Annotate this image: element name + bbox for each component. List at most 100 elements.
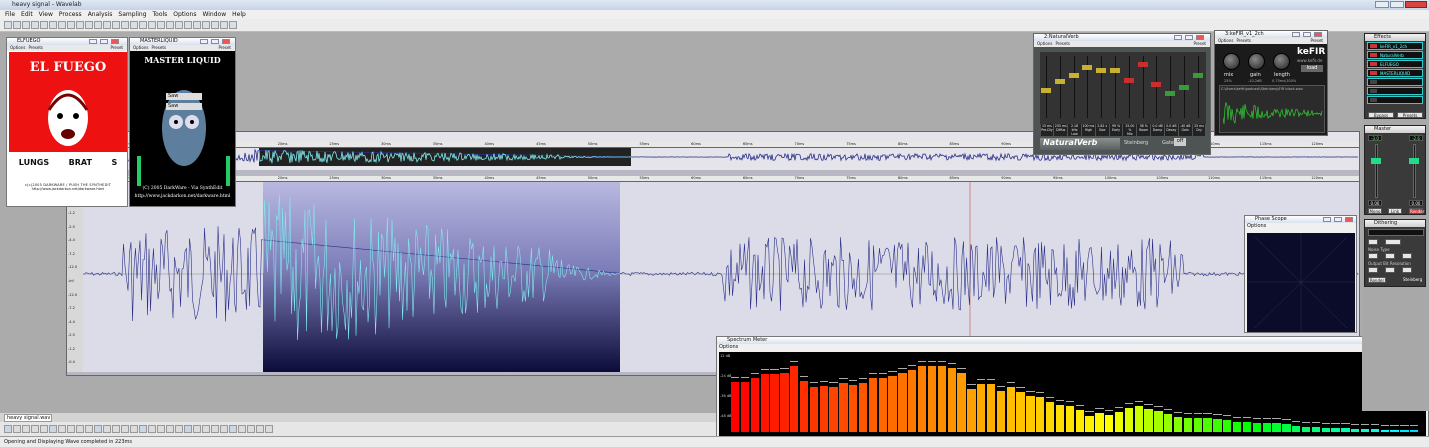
noise-btn-3[interactable] (1402, 253, 1412, 259)
gate-toggle[interactable]: off (1174, 138, 1186, 146)
scope-close[interactable] (1345, 217, 1353, 222)
minimize-button[interactable] (1375, 1, 1389, 8)
slot-power-icon[interactable] (1370, 44, 1377, 48)
transport-button-icon[interactable] (112, 425, 120, 433)
plugin-presets-menu[interactable]: Presets (1055, 41, 1070, 47)
master-fader-right[interactable] (1409, 158, 1419, 164)
transport-button-icon[interactable] (211, 425, 219, 433)
bits-btn-2[interactable] (1385, 267, 1395, 273)
transport-button-icon[interactable] (166, 425, 174, 433)
transport-button-icon[interactable] (256, 425, 264, 433)
effects-presets-button[interactable]: Presets (1397, 112, 1423, 118)
transport-button-icon[interactable] (121, 425, 129, 433)
toolbar-button-icon[interactable] (94, 21, 102, 29)
plugin-close[interactable] (1196, 35, 1204, 40)
toolbar-button-icon[interactable] (103, 21, 111, 29)
document-tab[interactable]: heavy signal.wav (4, 414, 52, 422)
transport-button-icon[interactable] (22, 425, 30, 433)
plugin-close[interactable] (222, 39, 230, 44)
dither-btn-1[interactable] (1368, 239, 1378, 245)
transport-button-icon[interactable] (58, 425, 66, 433)
toolbar-button-icon[interactable] (121, 21, 129, 29)
dither-btn-2[interactable] (1385, 239, 1401, 245)
menu-process[interactable]: Process (59, 11, 82, 18)
transport-button-icon[interactable] (67, 425, 75, 433)
wave-select-1[interactable]: Saw (166, 93, 202, 100)
toolbar-button-icon[interactable] (184, 21, 192, 29)
toolbar-button-icon[interactable] (175, 21, 183, 29)
plugin-maximize[interactable] (100, 39, 108, 44)
render-dither-button[interactable]: Render (1368, 277, 1386, 283)
plugin-minimize[interactable] (89, 39, 97, 44)
toolbar-button-icon[interactable] (4, 21, 12, 29)
close-button[interactable] (1405, 1, 1427, 8)
verb-fader-predly[interactable] (1041, 87, 1051, 93)
toolbar-button-icon[interactable] (166, 21, 174, 29)
effect-slot[interactable] (1367, 96, 1423, 104)
toolbar-button-icon[interactable] (229, 21, 237, 29)
menu-help[interactable]: Help (232, 11, 246, 18)
dither-select[interactable] (1368, 229, 1424, 236)
transport-button-icon[interactable] (265, 425, 273, 433)
verb-fader-dry[interactable] (1192, 73, 1203, 79)
plugin-options-menu[interactable]: Options (1218, 38, 1233, 44)
menu-analysis[interactable]: Analysis (88, 11, 113, 18)
menu-tools[interactable]: Tools (153, 11, 168, 18)
toolbar-button-icon[interactable] (58, 21, 66, 29)
master-fader-left[interactable] (1371, 158, 1381, 164)
plugin-presets-menu[interactable]: Presets (151, 45, 166, 51)
verb-fader-decay[interactable] (1165, 90, 1176, 96)
transport-button-icon[interactable] (193, 425, 201, 433)
scope-options-menu[interactable]: Options (1245, 223, 1356, 231)
transport-button-icon[interactable] (4, 425, 12, 433)
verb-fader-size[interactable] (1096, 67, 1107, 73)
effect-slot[interactable] (1367, 78, 1423, 86)
transport-button-icon[interactable] (229, 425, 237, 433)
verb-fader-high[interactable] (1082, 64, 1093, 70)
verb-fader-mix[interactable] (1123, 78, 1134, 84)
menu-view[interactable]: View (39, 11, 53, 18)
toolbar-button-icon[interactable] (13, 21, 21, 29)
transport-button-icon[interactable] (157, 425, 165, 433)
plugin-options-menu[interactable]: Options (10, 45, 25, 51)
effect-slot[interactable] (1367, 87, 1423, 95)
preset-button[interactable]: Preset (111, 45, 123, 51)
verb-fader-early[interactable] (1110, 67, 1120, 73)
plugin-presets-menu[interactable]: Presets (1236, 38, 1251, 44)
plugin-options-menu[interactable]: Options (1037, 41, 1052, 47)
slot-power-icon[interactable] (1370, 71, 1377, 75)
transport-button-icon[interactable] (49, 425, 57, 433)
toolbar-button-icon[interactable] (31, 21, 39, 29)
render-master-button[interactable]: Render (1409, 208, 1424, 214)
slot-power-icon[interactable] (1370, 98, 1377, 102)
effect-slot[interactable]: MASTERLIQUID (1367, 69, 1423, 77)
toolbar-button-icon[interactable] (193, 21, 201, 29)
menu-window[interactable]: Window (202, 11, 226, 18)
transport-button-icon[interactable] (40, 425, 48, 433)
spectrum-options-menu[interactable]: Options (717, 344, 1428, 351)
toolbar-button-icon[interactable] (22, 21, 30, 29)
transport-button-icon[interactable] (247, 425, 255, 433)
toolbar-button-icon[interactable] (148, 21, 156, 29)
transport-button-icon[interactable] (76, 425, 84, 433)
toolbar-button-icon[interactable] (139, 21, 147, 29)
transport-button-icon[interactable] (148, 425, 156, 433)
transport-button-icon[interactable] (13, 425, 21, 433)
toolbar-button-icon[interactable] (49, 21, 57, 29)
toolbar-button-icon[interactable] (40, 21, 48, 29)
liquid-fader-right[interactable] (226, 156, 230, 186)
toolbar-button-icon[interactable] (211, 21, 219, 29)
wave-select-2[interactable]: Saw (166, 103, 202, 110)
slot-power-icon[interactable] (1370, 53, 1377, 57)
toolbar-button-icon[interactable] (112, 21, 120, 29)
toolbar-button-icon[interactable] (130, 21, 138, 29)
link-button[interactable]: Link (1388, 208, 1402, 214)
preset-button[interactable]: Preset (1194, 41, 1206, 47)
transport-button-icon[interactable] (139, 425, 147, 433)
preset-button[interactable]: Preset (219, 45, 231, 51)
transport-button-icon[interactable] (85, 425, 93, 433)
toolbar-button-icon[interactable] (85, 21, 93, 29)
transport-button-icon[interactable] (220, 425, 228, 433)
load-ir-button[interactable]: load (1301, 65, 1323, 72)
verb-fader-room[interactable] (1137, 61, 1148, 67)
